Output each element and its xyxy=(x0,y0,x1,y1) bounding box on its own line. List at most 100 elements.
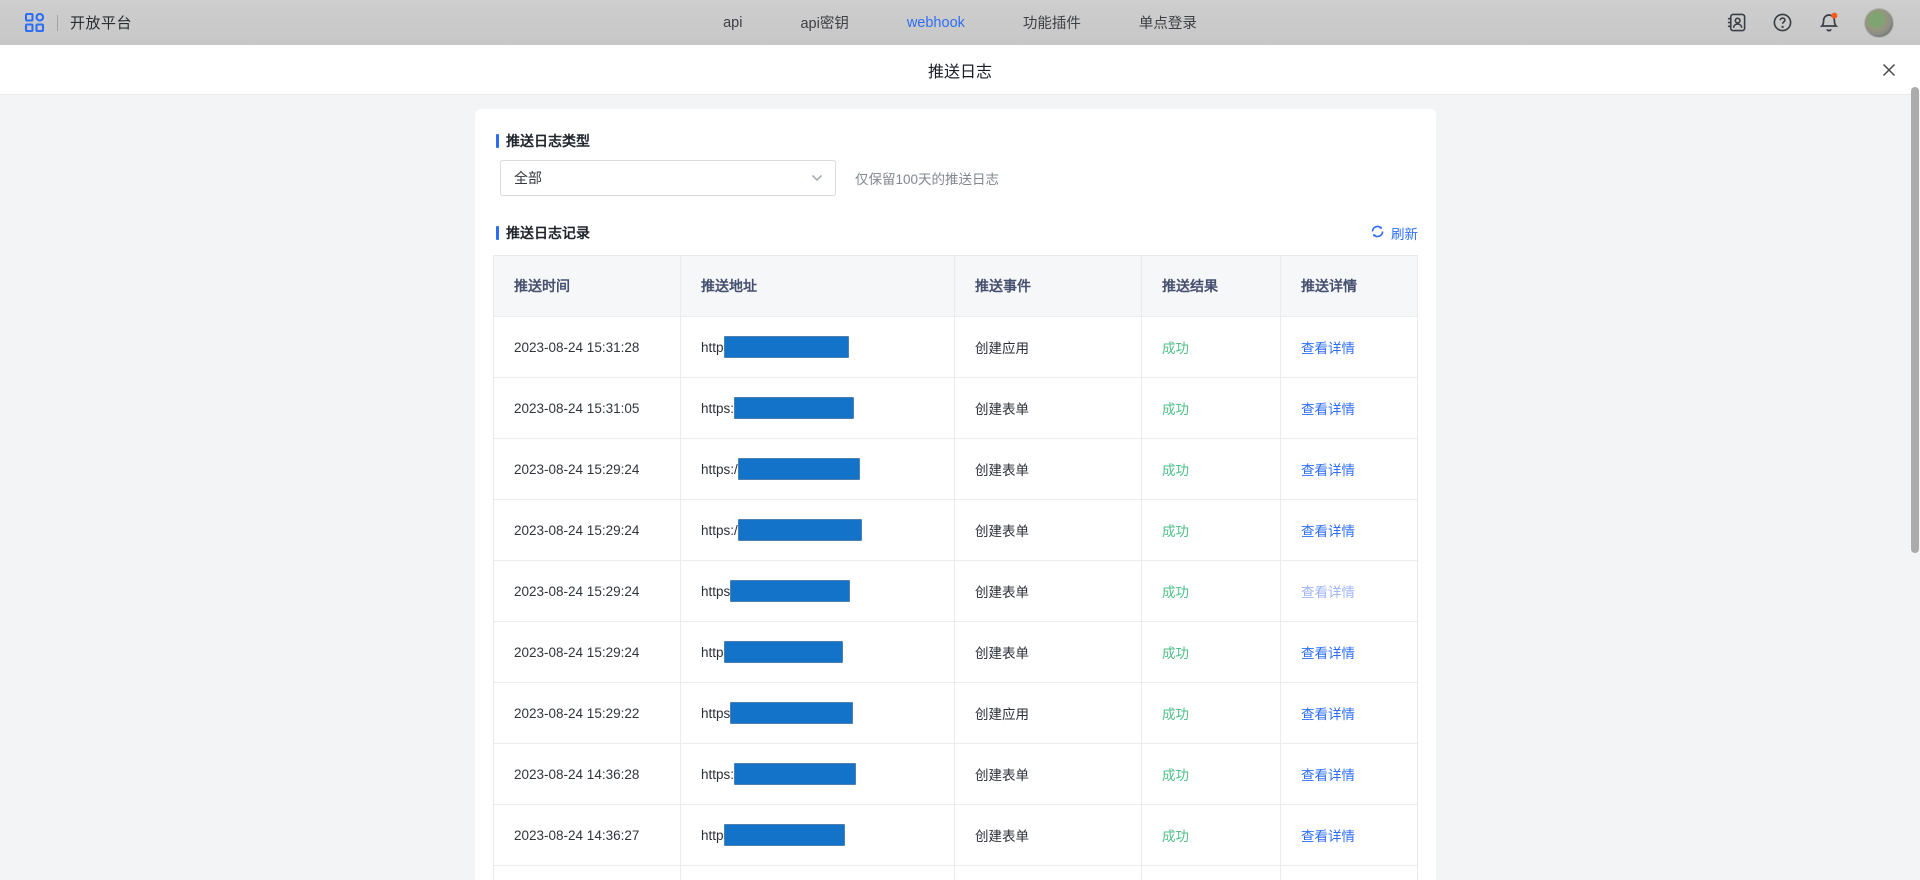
table-row: 2023-08-24 15:29:22 https 创建应用 成功 查看详情 xyxy=(494,683,1417,744)
push-log-table: 推送时间 推送地址 推送事件 推送结果 推送详情 2023-08-24 15:31:28… xyxy=(493,255,1418,880)
push-time: 2023-08-24 15:29:24 xyxy=(514,523,639,538)
push-url-prefix: https: xyxy=(701,401,734,416)
table-row: 2023-08-24 15:29:24 https:/ 创建表单 成功 查看详情 xyxy=(494,439,1417,500)
column-header: 推送时间 xyxy=(514,276,570,296)
push-url-prefix: http xyxy=(701,828,724,843)
table-row-partial xyxy=(494,866,1417,880)
view-detail-link[interactable]: 查看详情 xyxy=(1301,703,1355,723)
redacted-url xyxy=(734,397,854,419)
view-detail-link[interactable]: 查看详情 xyxy=(1301,825,1355,845)
push-time: 2023-08-24 15:29:24 xyxy=(514,584,639,599)
push-log-panel: 推送日志类型 全部 仅保留100天的推送日志 推送日志记录 xyxy=(475,109,1436,880)
dialog-titlebar: 推送日志 xyxy=(0,45,1920,94)
vertical-scrollbar-thumb[interactable] xyxy=(1911,87,1919,553)
push-result-badge: 成功 xyxy=(1162,520,1189,540)
refresh-label: 刷新 xyxy=(1391,223,1418,243)
avatar[interactable] xyxy=(1864,8,1894,38)
push-result-badge: 成功 xyxy=(1162,459,1189,479)
page-title: 推送日志 xyxy=(0,45,1920,94)
push-result-badge: 成功 xyxy=(1162,581,1189,601)
close-icon[interactable] xyxy=(1880,61,1898,79)
view-detail-link[interactable]: 查看详情 xyxy=(1301,764,1355,784)
redacted-url xyxy=(730,580,850,602)
push-time: 2023-08-24 15:29:24 xyxy=(514,462,639,477)
redacted-url xyxy=(730,702,853,724)
apps-grid-icon[interactable] xyxy=(24,12,45,33)
column-header: 推送地址 xyxy=(701,276,757,296)
push-event: 创建表单 xyxy=(975,520,1029,540)
push-url-prefix: https xyxy=(701,706,730,721)
push-url-prefix: https xyxy=(701,584,730,599)
help-icon[interactable] xyxy=(1772,12,1793,33)
main-area: 推送日志类型 全部 仅保留100天的推送日志 推送日志记录 xyxy=(0,94,1920,880)
push-result-badge: 成功 xyxy=(1162,703,1189,723)
tab-api[interactable]: api xyxy=(723,15,742,31)
redacted-url xyxy=(724,336,849,358)
view-detail-link[interactable]: 查看详情 xyxy=(1301,459,1355,479)
push-url-prefix: https:/ xyxy=(701,462,738,477)
push-event: 创建表单 xyxy=(975,764,1029,784)
tab-webhook[interactable]: webhook xyxy=(907,15,965,31)
push-url-prefix: https: xyxy=(701,767,734,782)
refresh-button[interactable]: 刷新 xyxy=(1370,223,1418,243)
tab-功能插件[interactable]: 功能插件 xyxy=(1023,12,1081,33)
push-result-badge: 成功 xyxy=(1162,642,1189,662)
redacted-url xyxy=(738,519,862,541)
table-row: 2023-08-24 15:31:28 http 创建应用 成功 查看详情 xyxy=(494,317,1417,378)
push-url-prefix: http xyxy=(701,645,724,660)
section-accent-bar xyxy=(496,134,499,148)
push-event: 创建表单 xyxy=(975,825,1029,845)
table-header-row: 推送时间 推送地址 推送事件 推送结果 推送详情 xyxy=(494,256,1417,317)
tab-api密钥[interactable]: api密钥 xyxy=(800,12,848,33)
column-header: 推送详情 xyxy=(1301,276,1357,296)
push-time: 2023-08-24 15:31:05 xyxy=(514,401,639,416)
push-time: 2023-08-24 15:29:24 xyxy=(514,645,639,660)
top-navbar: 开放平台 api api密钥 webhook 功能插件 单点登录 xyxy=(0,0,1920,45)
push-event: 创建表单 xyxy=(975,459,1029,479)
brand-title: 开放平台 xyxy=(70,12,132,33)
redacted-url xyxy=(724,641,843,663)
tab-单点登录[interactable]: 单点登录 xyxy=(1139,12,1197,33)
push-time: 2023-08-24 15:31:28 xyxy=(514,340,639,355)
chevron-down-icon xyxy=(811,169,823,187)
view-detail-link[interactable]: 查看详情 xyxy=(1301,581,1355,601)
push-result-badge: 成功 xyxy=(1162,825,1189,845)
table-row: 2023-08-24 15:29:24 https:/ 创建表单 成功 查看详情 xyxy=(494,500,1417,561)
table-row: 2023-08-24 15:29:24 https 创建表单 成功 查看详情 xyxy=(494,561,1417,622)
records-section-title: 推送日志记录 xyxy=(506,223,590,243)
column-header: 推送结果 xyxy=(1162,276,1218,296)
nav-tabs: api api密钥 webhook 功能插件 单点登录 xyxy=(723,0,1197,45)
push-url-prefix: http xyxy=(701,340,724,355)
redacted-url xyxy=(734,763,856,785)
push-result-badge: 成功 xyxy=(1162,398,1189,418)
filter-section-title: 推送日志类型 xyxy=(506,131,590,151)
section-accent-bar xyxy=(496,226,499,240)
push-time: 2023-08-24 14:36:27 xyxy=(514,828,639,843)
redacted-url xyxy=(738,458,860,480)
view-detail-link[interactable]: 查看详情 xyxy=(1301,520,1355,540)
refresh-icon xyxy=(1370,224,1385,242)
navbar-divider xyxy=(57,15,58,31)
push-time: 2023-08-24 15:29:22 xyxy=(514,706,639,721)
push-event: 创建表单 xyxy=(975,398,1029,418)
push-result-badge: 成功 xyxy=(1162,337,1189,357)
redacted-url xyxy=(724,824,845,846)
log-type-dropdown[interactable]: 全部 xyxy=(500,160,836,196)
dropdown-selected-value: 全部 xyxy=(514,168,542,188)
push-url-prefix: https:/ xyxy=(701,523,738,538)
push-event: 创建表单 xyxy=(975,642,1029,662)
push-event: 创建应用 xyxy=(975,337,1029,357)
push-event: 创建应用 xyxy=(975,703,1029,723)
retention-note: 仅保留100天的推送日志 xyxy=(855,168,999,188)
table-row: 2023-08-24 15:31:05 https: 创建表单 成功 查看详情 xyxy=(494,378,1417,439)
notification-bell-icon[interactable] xyxy=(1818,12,1839,33)
view-detail-link[interactable]: 查看详情 xyxy=(1301,642,1355,662)
contacts-icon[interactable] xyxy=(1726,12,1747,33)
push-event: 创建表单 xyxy=(975,581,1029,601)
view-detail-link[interactable]: 查看详情 xyxy=(1301,337,1355,357)
push-time: 2023-08-24 14:36:28 xyxy=(514,767,639,782)
column-header: 推送事件 xyxy=(975,276,1031,296)
table-row: 2023-08-24 15:29:24 http 创建表单 成功 查看详情 xyxy=(494,622,1417,683)
view-detail-link[interactable]: 查看详情 xyxy=(1301,398,1355,418)
table-row: 2023-08-24 14:36:27 http 创建表单 成功 查看详情 xyxy=(494,805,1417,866)
